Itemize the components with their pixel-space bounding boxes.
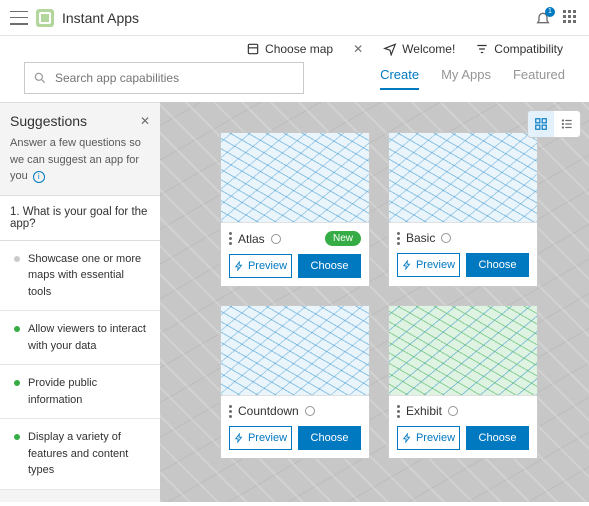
option-label: Display a variety of features and conten… [28, 429, 150, 479]
choose-map-button[interactable]: Choose map [246, 42, 333, 56]
card-radio[interactable] [305, 406, 315, 416]
app-title: Instant Apps [62, 10, 139, 26]
app-card: Atlas New Preview Choose [220, 132, 370, 287]
bolt-icon [402, 433, 412, 443]
card-radio[interactable] [448, 406, 458, 416]
card-thumbnail [221, 306, 369, 396]
suggestion-option[interactable]: Allow viewers to interact with your data [0, 311, 160, 365]
option-label: Allow viewers to interact with your data [28, 321, 150, 354]
map-icon [246, 42, 260, 56]
search-icon [33, 71, 47, 85]
info-icon[interactable]: i [33, 171, 45, 183]
send-icon [383, 42, 397, 56]
choose-label: Choose [311, 260, 349, 272]
preview-button[interactable]: Preview [229, 426, 292, 450]
app-card: Countdown Preview Choose [220, 305, 370, 459]
grid-icon [534, 117, 548, 131]
compatibility-label: Compatibility [494, 42, 563, 56]
card-menu-icon[interactable] [397, 232, 400, 245]
card-menu-icon[interactable] [229, 232, 232, 245]
preview-label: Preview [416, 259, 455, 271]
preview-button[interactable]: Preview [229, 254, 292, 278]
card-thumbnail [389, 133, 537, 223]
card-radio[interactable] [271, 234, 281, 244]
choose-button[interactable]: Choose [466, 253, 529, 277]
card-title: Basic [406, 231, 435, 245]
choose-button[interactable]: Choose [466, 426, 529, 450]
filter-icon [475, 42, 489, 56]
bolt-icon [402, 260, 412, 270]
view-toggle [527, 110, 581, 138]
option-label: Provide public information [28, 375, 150, 408]
tab-my-apps[interactable]: My Apps [441, 67, 491, 90]
suggestions-question: 1. What is your goal for the app? [0, 195, 160, 241]
app-switcher-icon[interactable] [563, 10, 579, 26]
notifications-icon[interactable]: 1 [535, 10, 551, 26]
grid-view-button[interactable] [528, 111, 554, 137]
card-thumbnail [221, 133, 369, 223]
option-label: Showcase one or more maps with essential… [28, 251, 150, 301]
card-title: Atlas [238, 232, 265, 246]
suggestions-panel: Suggestions ✕ Answer a few questions so … [0, 102, 160, 502]
menu-icon[interactable] [10, 11, 28, 25]
suggestion-option[interactable]: Provide public information [0, 365, 160, 419]
preview-label: Preview [416, 432, 455, 444]
welcome-label: Welcome! [402, 42, 455, 56]
choose-label: Choose [479, 259, 517, 271]
tab-featured[interactable]: Featured [513, 67, 565, 90]
preview-label: Preview [248, 260, 287, 272]
list-view-button[interactable] [554, 111, 580, 137]
choose-map-label: Choose map [265, 42, 333, 56]
card-title: Exhibit [406, 404, 442, 418]
new-badge: New [325, 231, 361, 246]
app-card: Exhibit Preview Choose [388, 305, 538, 459]
preview-label: Preview [248, 432, 287, 444]
bolt-icon [234, 261, 244, 271]
suggestion-option[interactable]: Display a variety of features and conten… [0, 419, 160, 490]
card-radio[interactable] [441, 233, 451, 243]
suggestions-title: Suggestions [10, 113, 87, 129]
choose-button[interactable]: Choose [298, 254, 361, 278]
choose-label: Choose [479, 432, 517, 444]
compatibility-button[interactable]: Compatibility [475, 42, 563, 56]
card-menu-icon[interactable] [229, 405, 232, 418]
app-logo [36, 9, 54, 27]
search-input[interactable] [55, 71, 295, 85]
choose-button[interactable]: Choose [298, 426, 361, 450]
preview-button[interactable]: Preview [397, 253, 460, 277]
close-icon[interactable]: ✕ [353, 42, 363, 56]
tab-create[interactable]: Create [380, 67, 419, 90]
notification-badge: 1 [545, 7, 555, 17]
card-menu-icon[interactable] [397, 405, 400, 418]
preview-button[interactable]: Preview [397, 426, 460, 450]
app-card: Basic Preview Choose [388, 132, 538, 287]
map-stage: AtlasNewPreviewChooseBasicPreviewChooseC… [160, 102, 589, 502]
search-input-container[interactable] [24, 62, 304, 94]
suggestions-description: Answer a few questions so we can suggest… [0, 135, 160, 195]
bolt-icon [234, 433, 244, 443]
card-thumbnail [389, 306, 537, 396]
card-title: Countdown [238, 404, 299, 418]
choose-label: Choose [311, 432, 349, 444]
close-suggestions-icon[interactable]: ✕ [140, 114, 150, 128]
suggestion-option[interactable]: Showcase one or more maps with essential… [0, 241, 160, 312]
list-icon [560, 117, 574, 131]
welcome-button[interactable]: Welcome! [383, 42, 455, 56]
